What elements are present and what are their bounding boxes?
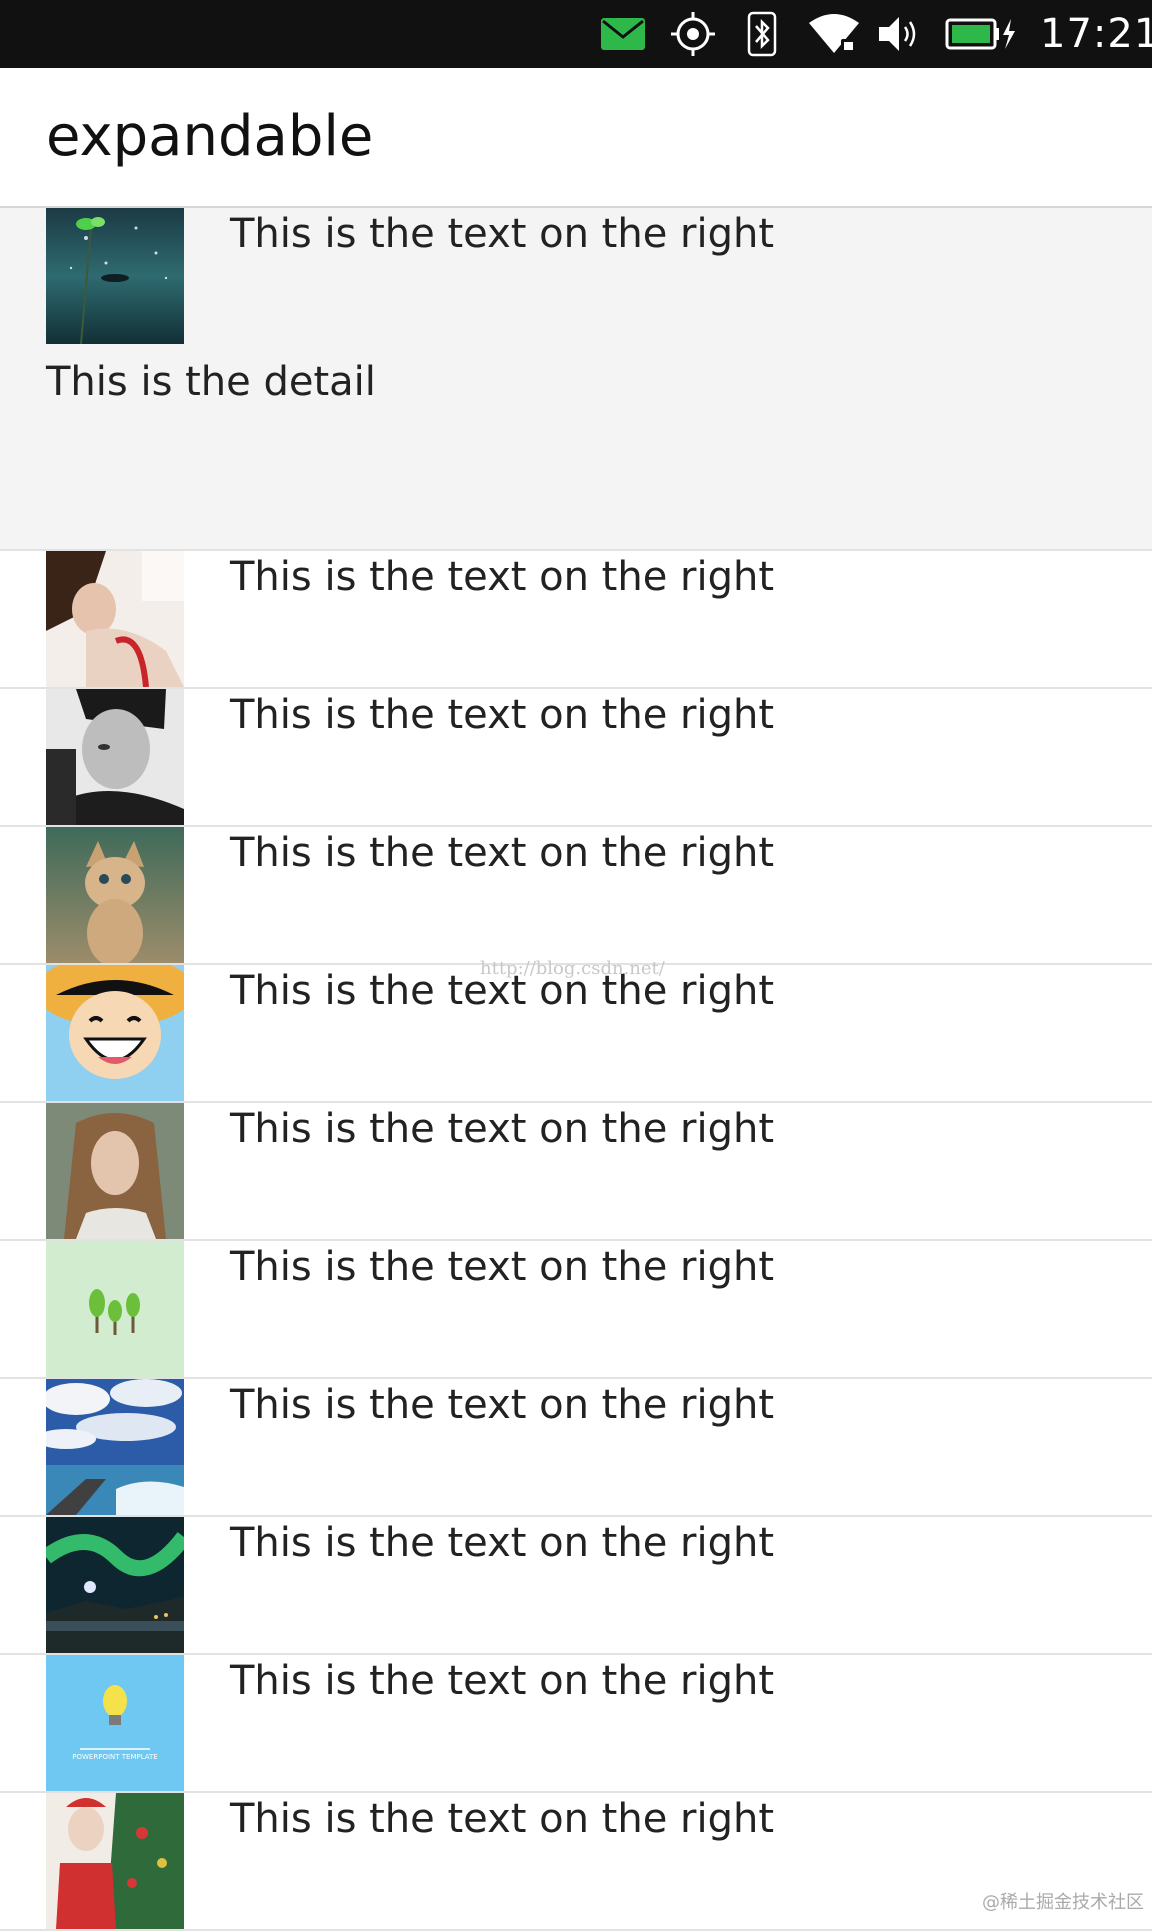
row-text: This is the text on the right bbox=[230, 1796, 775, 1842]
row-text: This is the text on the right bbox=[230, 554, 775, 600]
row-text: This is the text on the right bbox=[230, 1244, 775, 1290]
location-icon bbox=[668, 12, 718, 56]
list-item[interactable]: POWERPOINT TEMPLATE This is the text on … bbox=[0, 1655, 1152, 1793]
status-bar: 17:21 bbox=[0, 0, 1152, 68]
clock: 17:21 bbox=[1040, 11, 1152, 57]
thumbnail-long-hair-portrait bbox=[46, 1103, 184, 1239]
list-item[interactable]: This is the text on the right bbox=[0, 965, 1152, 1103]
thumbnail-kitten bbox=[46, 827, 184, 963]
row-text: This is the text on the right bbox=[230, 1382, 775, 1428]
battery-charging-icon bbox=[944, 12, 1018, 56]
list-item[interactable]: This is the text on the right bbox=[0, 551, 1152, 689]
thumbnail-man-bw bbox=[46, 689, 184, 825]
list-item[interactable]: This is the text on the right bbox=[0, 827, 1152, 965]
thumbnail-woman-red bbox=[46, 551, 184, 687]
row-text: This is the text on the right bbox=[230, 1520, 775, 1566]
list-item[interactable]: This is the text on the right bbox=[0, 1241, 1152, 1379]
row-text: This is the text on the right bbox=[230, 211, 775, 257]
row-text: This is the text on the right bbox=[230, 1106, 775, 1152]
volume-icon bbox=[876, 12, 922, 56]
thumbnail-green-trees bbox=[46, 1241, 184, 1377]
thumbnail-christmas-girl bbox=[46, 1793, 184, 1929]
watermark-corner: @稀土掘金技术社区 bbox=[982, 1892, 1144, 1913]
page-title: expandable bbox=[46, 104, 374, 169]
bluetooth-icon bbox=[742, 11, 782, 57]
list-item[interactable]: This is the text on the right bbox=[0, 1793, 1152, 1931]
row-text: This is the text on the right bbox=[230, 830, 775, 876]
row-text: This is the text on the right bbox=[230, 692, 775, 738]
row-text: This is the text on the right bbox=[230, 1658, 775, 1704]
thumbnail-cartoon-straw-hat bbox=[46, 965, 184, 1101]
expandable-list: This is the text on the right This is th… bbox=[0, 208, 1152, 1931]
thumbnail-plant-water bbox=[46, 208, 184, 344]
mail-icon bbox=[598, 12, 648, 56]
thumbnail-sky-pier bbox=[46, 1379, 184, 1515]
list-item[interactable]: This is the text on the right bbox=[0, 1517, 1152, 1655]
list-item[interactable]: This is the text on the right bbox=[0, 689, 1152, 827]
list-item-expanded[interactable]: This is the text on the right This is th… bbox=[0, 208, 1152, 551]
thumbnail-lightbulb-template: POWERPOINT TEMPLATE bbox=[46, 1655, 184, 1791]
template-caption: POWERPOINT TEMPLATE bbox=[72, 1753, 157, 1761]
app-header: expandable bbox=[0, 68, 1152, 208]
list-item[interactable]: This is the text on the right bbox=[0, 1103, 1152, 1241]
wifi-icon bbox=[806, 12, 862, 56]
thumbnail-aurora bbox=[46, 1517, 184, 1653]
watermark-url: http://blog.csdn.net/ bbox=[480, 958, 665, 979]
row-detail: This is the detail bbox=[46, 359, 376, 405]
list-item[interactable]: This is the text on the right bbox=[0, 1379, 1152, 1517]
